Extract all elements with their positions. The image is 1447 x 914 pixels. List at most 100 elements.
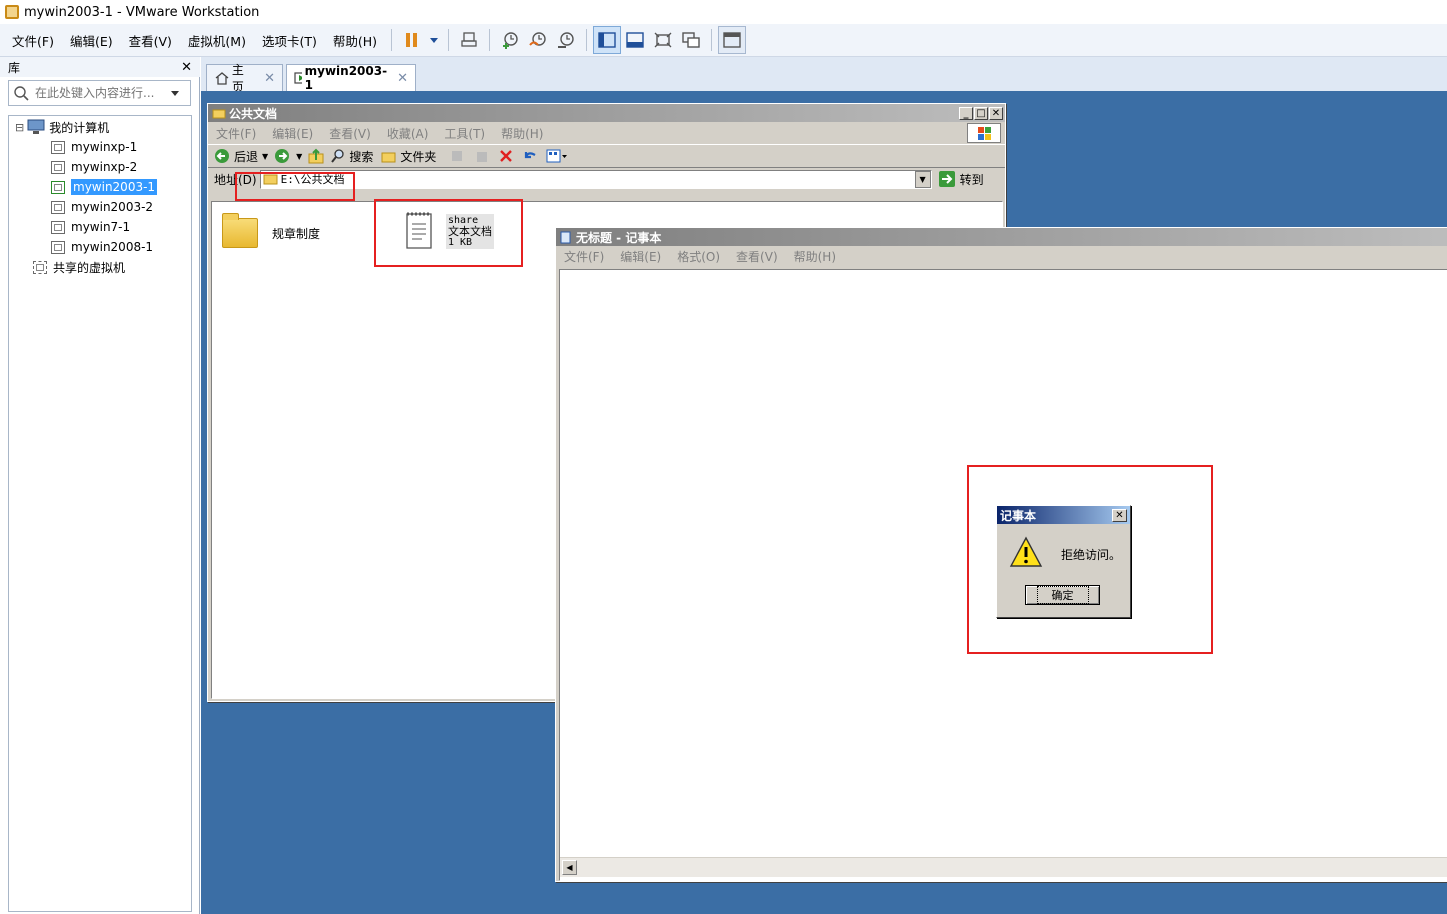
tree-item-vm-selected[interactable]: mywin2003-1: [9, 177, 191, 197]
chevron-down-icon[interactable]: [165, 86, 185, 100]
vm-icon: [51, 140, 65, 154]
text-document-icon: [406, 212, 432, 249]
snapshot-manager-icon[interactable]: [552, 26, 580, 54]
folder-icon: [212, 109, 226, 119]
search-icon[interactable]: [330, 148, 346, 164]
file-size: 1 KB: [448, 237, 473, 248]
address-dropdown-icon[interactable]: ▼: [914, 170, 931, 188]
menu-tabs[interactable]: 选项卡(T): [254, 31, 325, 50]
tab-close-icon[interactable]: ✕: [264, 71, 275, 86]
menu-file[interactable]: 文件(F): [4, 31, 62, 50]
menu-edit[interactable]: 编辑(E): [62, 31, 121, 50]
explorer-menu-file[interactable]: 文件(F): [216, 125, 256, 142]
menu-view[interactable]: 查看(V): [121, 31, 180, 50]
ok-button[interactable]: 确定: [1025, 585, 1100, 605]
address-field[interactable]: E:\公共文档 ▼: [259, 169, 932, 189]
views-icon[interactable]: [546, 148, 568, 164]
tab-mywin2003-1[interactable]: mywin2003-1 ✕: [286, 64, 416, 92]
notepad-menu-file[interactable]: 文件(F): [564, 248, 604, 265]
show-library-icon[interactable]: [593, 26, 622, 54]
folders-icon[interactable]: [381, 149, 397, 163]
folder-item[interactable]: 规章制度: [222, 213, 320, 248]
explorer-menu-view[interactable]: 查看(V): [329, 125, 371, 142]
explorer-title: 公共文档: [229, 106, 278, 121]
dialog-message: 拒绝访问。: [1061, 548, 1122, 562]
go-arrow-icon[interactable]: [938, 170, 956, 188]
explorer-menu-favorites[interactable]: 收藏(A): [387, 125, 429, 142]
undo-icon[interactable]: [522, 148, 538, 164]
window-title: mywin2003-1 - VMware Workstation: [24, 4, 260, 20]
pause-icon[interactable]: [398, 26, 426, 54]
ok-label: 确定: [1036, 586, 1089, 604]
tree-item-vm[interactable]: mywin7-1: [9, 217, 191, 237]
library-search-input[interactable]: [35, 86, 165, 100]
access-denied-dialog: 记事本 ✕ 拒绝访问。 确定: [996, 505, 1131, 618]
search-icon: [14, 86, 29, 101]
tree-root-my-computer[interactable]: ⊟ 我的计算机: [9, 117, 191, 137]
maximize-button[interactable]: □: [974, 106, 988, 120]
explorer-menu-tools[interactable]: 工具(T): [444, 125, 485, 142]
tree-item-vm[interactable]: mywinxp-2: [9, 157, 191, 177]
vm-running-icon: [51, 180, 65, 194]
library-close-icon[interactable]: ✕: [181, 60, 192, 75]
copy-to-icon[interactable]: [474, 148, 490, 164]
send-ctrl-alt-del-icon[interactable]: [455, 26, 483, 54]
scroll-left-icon[interactable]: ◀: [562, 860, 577, 875]
notepad-menu-edit[interactable]: 编辑(E): [620, 248, 661, 265]
vm-running-tab-icon: [294, 72, 302, 84]
file-item[interactable]: share 文本文档 1 KB: [404, 210, 494, 252]
collapse-icon[interactable]: ⊟: [15, 121, 24, 134]
menu-toolbar: 文件(F) 编辑(E) 查看(V) 虚拟机(M) 选项卡(T) 帮助(H): [0, 24, 1447, 57]
home-icon: [215, 72, 229, 85]
toolbar-separator: [391, 29, 393, 51]
explorer-menu-edit[interactable]: 编辑(E): [272, 125, 313, 142]
toolbar-separator: [448, 29, 450, 51]
forward-dropdown-icon[interactable]: ▼: [296, 152, 302, 161]
folders-label[interactable]: 文件夹: [400, 148, 436, 165]
title-bar: mywin2003-1 - VMware Workstation: [0, 0, 1447, 24]
vm-label: mywinxp-2: [71, 160, 138, 174]
explorer-menu-help[interactable]: 帮助(H): [501, 125, 543, 142]
up-folder-icon[interactable]: [308, 148, 324, 164]
console-view-icon[interactable]: [718, 26, 747, 54]
dialog-close-icon[interactable]: ✕: [1112, 508, 1127, 522]
notepad-menu-help[interactable]: 帮助(H): [794, 248, 836, 265]
vm-label: mywin2008-1: [71, 240, 154, 254]
pause-dropdown-icon[interactable]: [426, 26, 442, 54]
back-label[interactable]: 后退: [234, 148, 258, 165]
menu-help[interactable]: 帮助(H): [325, 31, 385, 50]
back-icon[interactable]: [214, 148, 230, 164]
tab-home[interactable]: 主页 ✕: [206, 63, 283, 94]
menu-vm[interactable]: 虚拟机(M): [180, 31, 254, 50]
close-button[interactable]: ✕: [989, 106, 1003, 120]
full-screen-icon[interactable]: [649, 26, 677, 54]
address-label: 地址(D): [214, 172, 257, 187]
notepad-title: 无标题 - 记事本: [576, 230, 662, 245]
notepad-title-bar[interactable]: 无标题 - 记事本: [556, 228, 1447, 246]
folder-icon: [263, 174, 278, 185]
explorer-title-bar[interactable]: 公共文档 _ □ ✕: [208, 104, 1005, 122]
tree-item-shared-vms[interactable]: 共享的虚拟机: [9, 257, 191, 277]
search-label[interactable]: 搜索: [349, 148, 373, 165]
delete-icon[interactable]: [498, 148, 514, 164]
computer-icon: [27, 119, 45, 134]
horizontal-scrollbar[interactable]: ◀: [560, 857, 1447, 877]
tree-item-vm[interactable]: mywinxp-1: [9, 137, 191, 157]
tree-item-vm[interactable]: mywin2003-2: [9, 197, 191, 217]
go-label[interactable]: 转到: [960, 171, 984, 188]
library-search[interactable]: [8, 80, 191, 106]
back-dropdown-icon[interactable]: ▼: [262, 152, 268, 161]
dialog-title-bar: 记事本 ✕: [997, 506, 1130, 524]
notepad-menu-format[interactable]: 格式(O): [677, 248, 720, 265]
unity-icon[interactable]: [677, 26, 705, 54]
tree-item-vm[interactable]: mywin2008-1: [9, 237, 191, 257]
minimize-button[interactable]: _: [959, 106, 973, 120]
tab-close-icon[interactable]: ✕: [397, 71, 408, 86]
thumbnail-bar-icon[interactable]: [621, 26, 649, 54]
notepad-menu-view[interactable]: 查看(V): [736, 248, 778, 265]
snapshot-revert-icon[interactable]: [524, 26, 552, 54]
move-to-icon[interactable]: [450, 148, 466, 164]
forward-icon[interactable]: [274, 148, 290, 164]
vm-display[interactable]: 公共文档 _ □ ✕ 文件(F) 编辑(E) 查看(V) 收藏(A) 工具(T)…: [201, 91, 1447, 914]
snapshot-take-icon[interactable]: [496, 26, 524, 54]
